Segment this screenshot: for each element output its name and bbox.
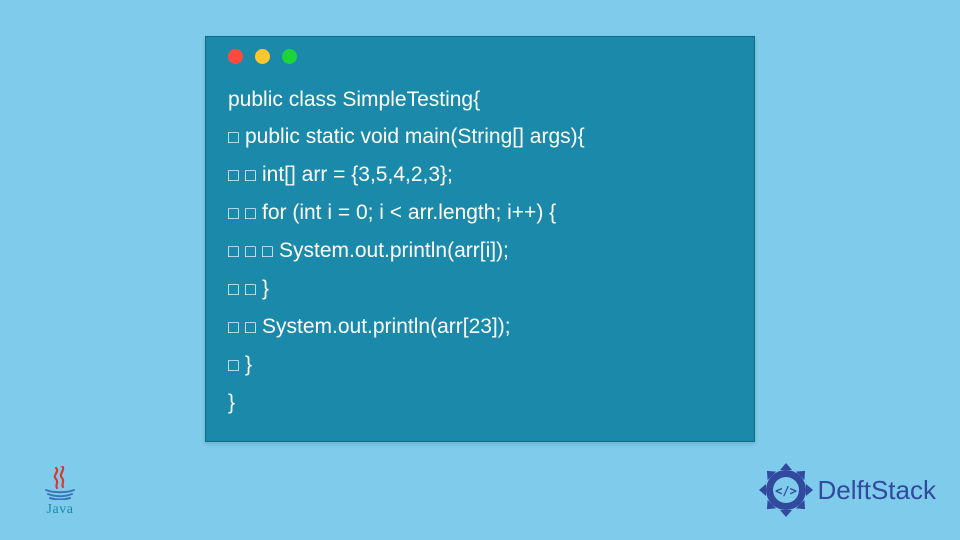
code-text: public class SimpleTesting{	[228, 88, 480, 111]
minimize-icon[interactable]	[255, 49, 270, 64]
code-text: int[] arr = {3,5,4,2,3};	[262, 163, 453, 186]
code-line: System.out.println(arr[i]);	[228, 232, 732, 270]
indent-box-icon	[245, 315, 262, 338]
code-line: public class SimpleTesting{	[228, 81, 732, 118]
code-line: }	[228, 270, 732, 308]
indent-box-icon	[228, 353, 245, 376]
svg-text:</>: </>	[775, 484, 797, 498]
java-cup-icon	[38, 466, 82, 500]
indent-box-icon	[228, 239, 245, 262]
code-text: System.out.println(arr[i]);	[279, 239, 509, 262]
code-text: }	[245, 353, 252, 376]
code-text: }	[262, 277, 269, 300]
code-line: }	[228, 346, 732, 384]
close-icon[interactable]	[228, 49, 243, 64]
delftstack-label: DelftStack	[818, 475, 937, 506]
indent-box-icon	[245, 239, 262, 262]
indent-box-icon	[245, 201, 262, 224]
code-text: System.out.println(arr[23]);	[262, 315, 511, 338]
indent-box-icon	[245, 277, 262, 300]
indent-box-icon	[228, 315, 245, 338]
code-text: public static void main(String[] args){	[245, 125, 585, 148]
code-text: for (int i = 0; i < arr.length; i++) {	[262, 201, 556, 224]
delftstack-logo: </> DelftStack	[758, 462, 937, 518]
indent-box-icon	[245, 163, 262, 186]
java-logo-label: Java	[38, 502, 82, 518]
code-line: public static void main(String[] args){	[228, 118, 732, 156]
code-line: int[] arr = {3,5,4,2,3};	[228, 156, 732, 194]
indent-box-icon	[262, 239, 279, 262]
gear-icon: </>	[758, 462, 814, 518]
code-line: System.out.println(arr[23]);	[228, 308, 732, 346]
maximize-icon[interactable]	[282, 49, 297, 64]
code-text: }	[228, 391, 235, 414]
code-line: for (int i = 0; i < arr.length; i++) {	[228, 194, 732, 232]
code-block: public class SimpleTesting{ public static…	[206, 75, 754, 427]
code-window: public class SimpleTesting{ public static…	[205, 36, 755, 442]
code-line: }	[228, 384, 732, 421]
indent-box-icon	[228, 163, 245, 186]
window-titlebar	[206, 37, 754, 75]
java-logo: Java	[38, 466, 82, 518]
indent-box-icon	[228, 277, 245, 300]
indent-box-icon	[228, 125, 245, 148]
indent-box-icon	[228, 201, 245, 224]
